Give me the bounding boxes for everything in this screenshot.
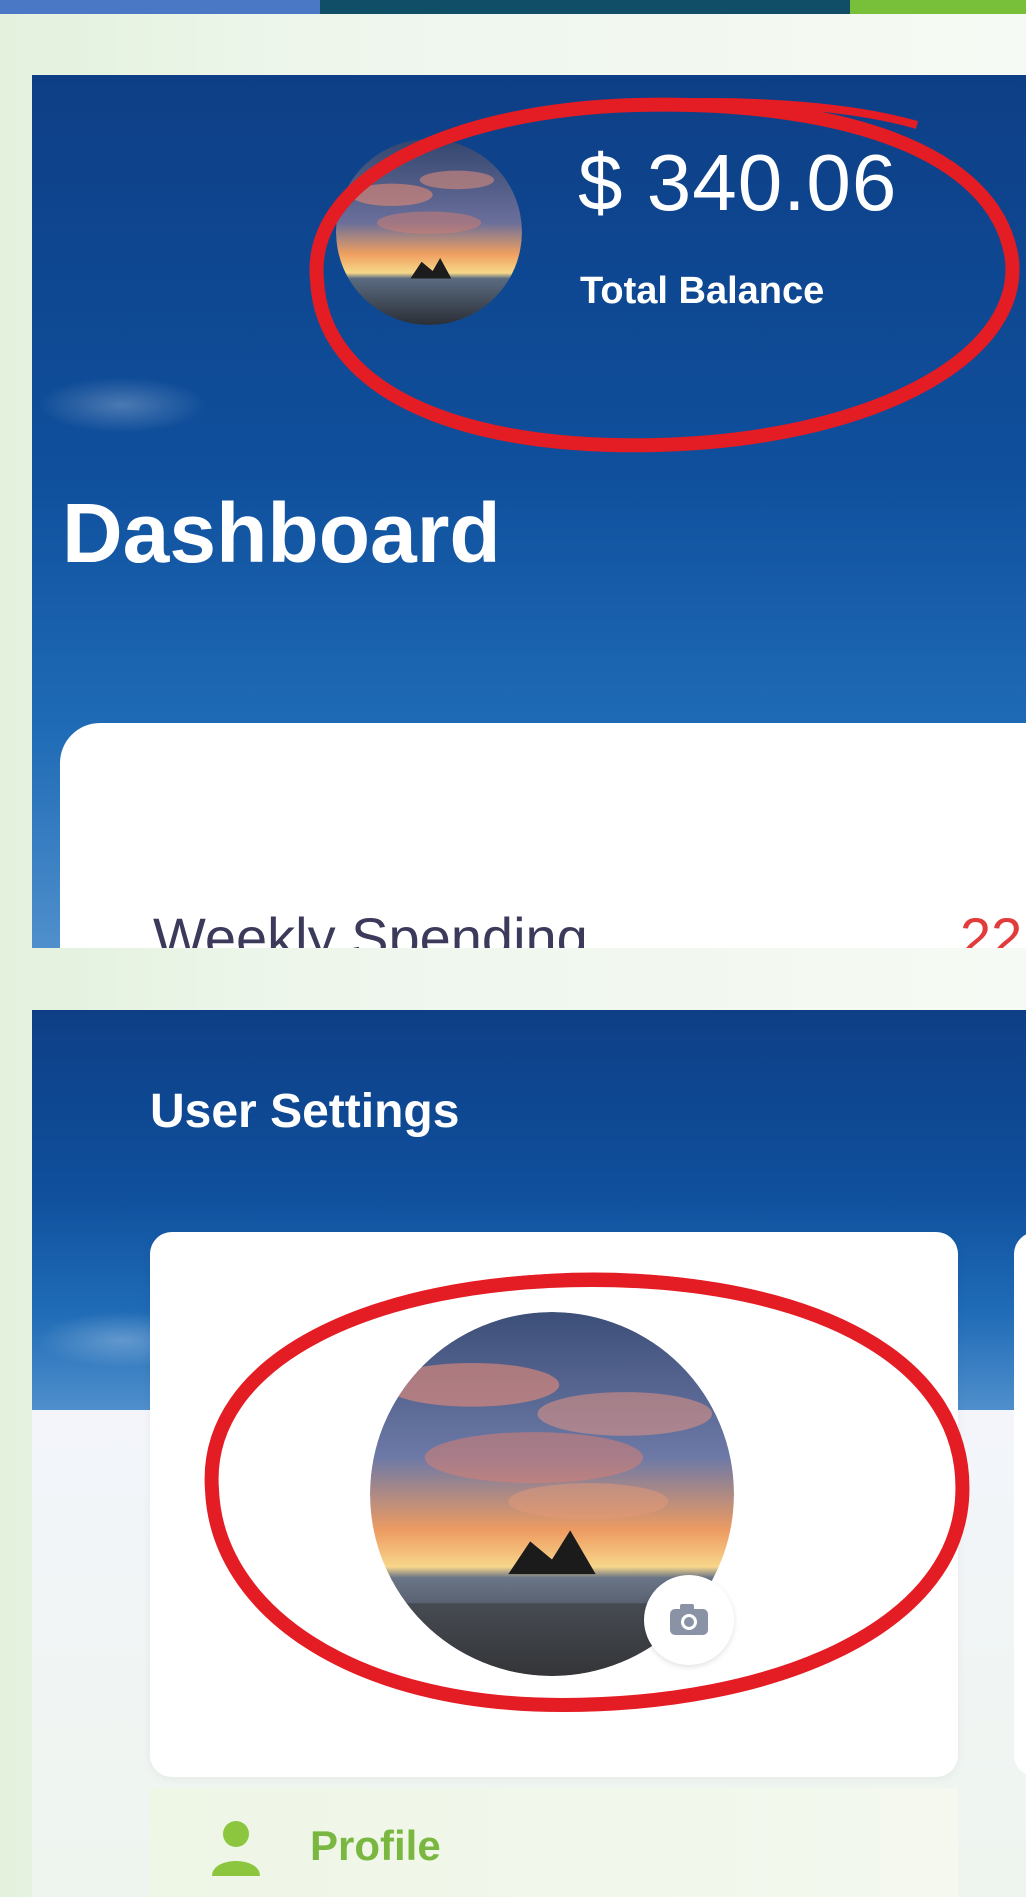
page-title: User Settings <box>150 1085 460 1138</box>
top-bar-segment-blue <box>0 0 320 14</box>
adjacent-card <box>1014 1232 1026 1777</box>
annotation-ring <box>309 97 1020 453</box>
weekly-spending-amount: 22 <box>960 906 1023 948</box>
page-title: Dashboard <box>62 486 501 580</box>
top-color-bar <box>0 0 1026 14</box>
user-settings-screenshot: User Settings Profile <box>32 1010 1026 1897</box>
dashboard-screenshot: $ 340.06 Total Balance Dashboard Weekly … <box>32 75 1026 948</box>
profile-label: Profile <box>310 1822 441 1869</box>
annotation-ring <box>204 1272 970 1713</box>
weekly-spending-label: Weekly Spending <box>153 906 588 948</box>
profile-menu-item[interactable] <box>150 1788 958 1897</box>
top-bar-segment-teal <box>320 0 850 14</box>
top-bar-segment-green <box>850 0 1026 14</box>
user-icon <box>212 1821 260 1876</box>
